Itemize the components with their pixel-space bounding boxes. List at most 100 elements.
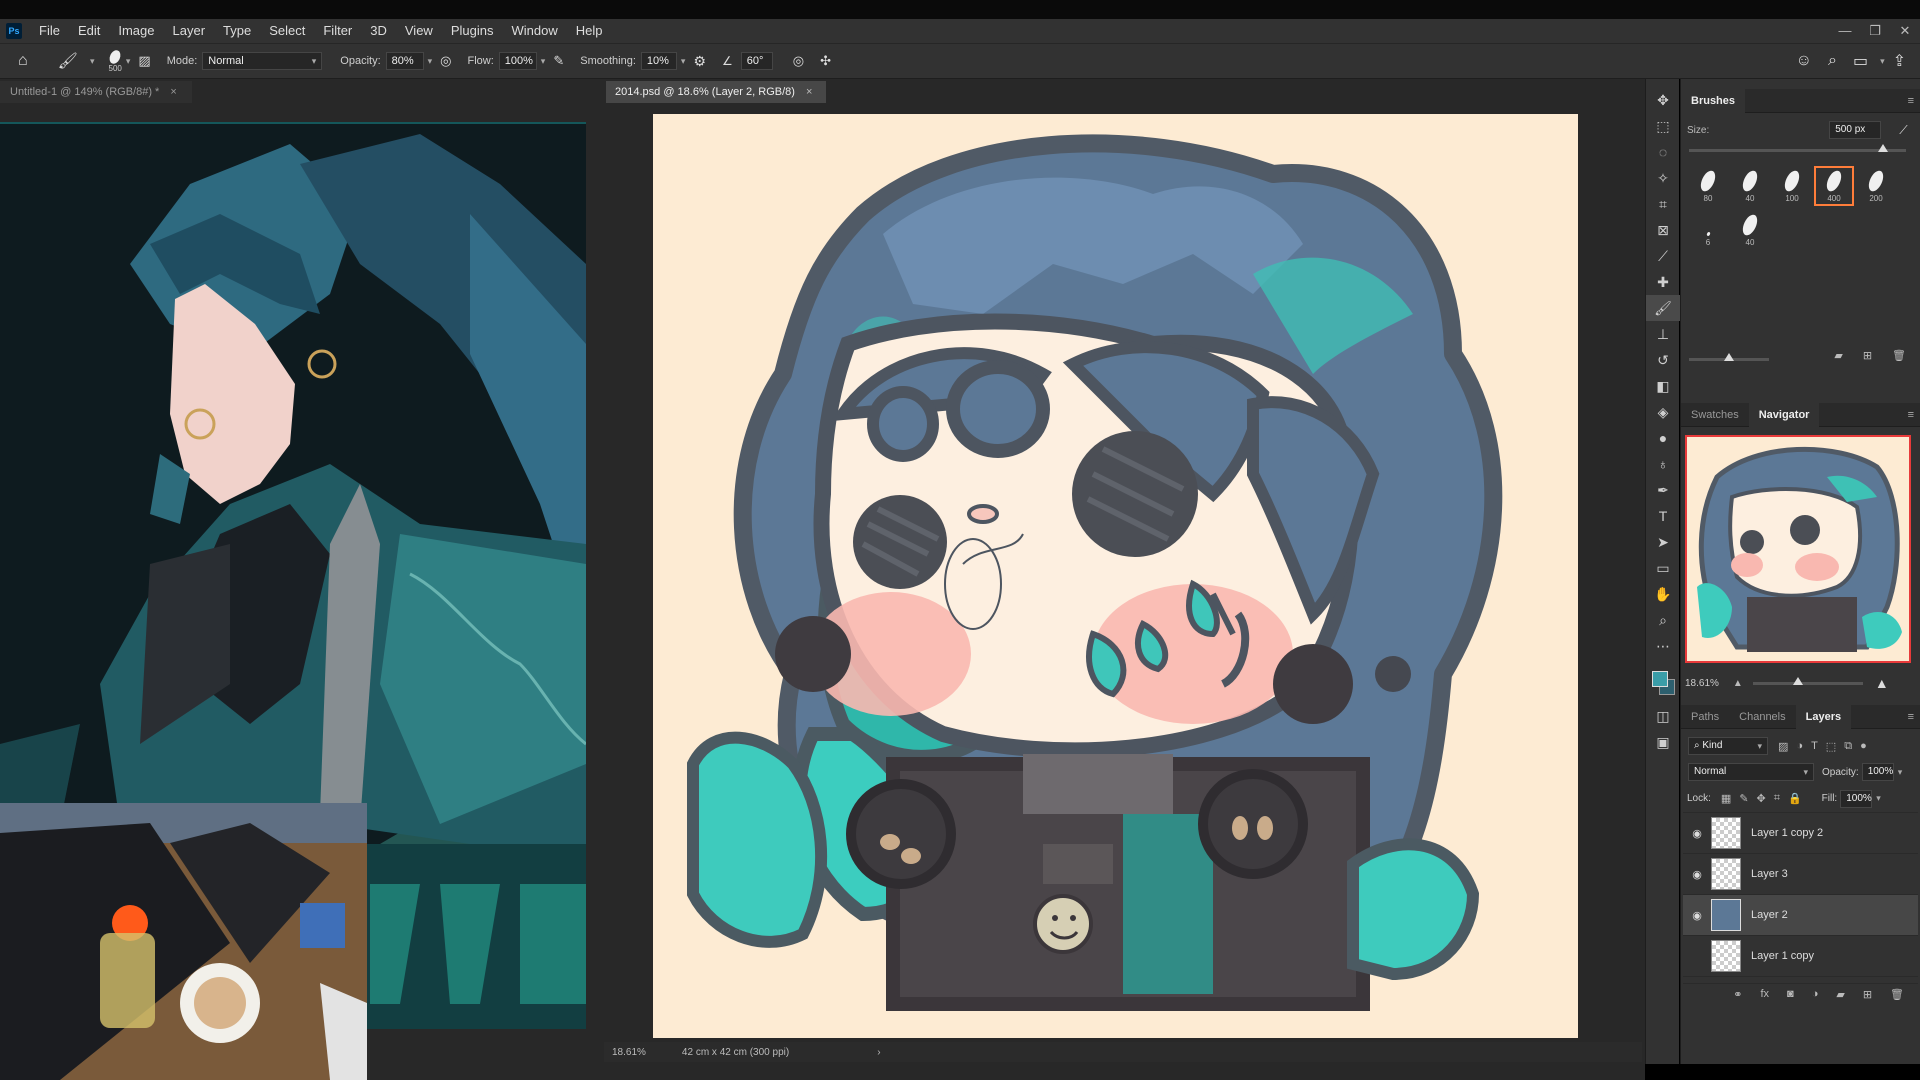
home-icon[interactable]: ⌂	[10, 52, 36, 70]
screen-mode-icon[interactable]: ▣	[1646, 729, 1680, 755]
visibility-eye-icon[interactable]: ◉	[1683, 868, 1711, 881]
brush-tool-icon[interactable]: 🖌	[50, 51, 86, 71]
zoom-in-icon[interactable]: ▲	[1875, 675, 1889, 691]
navigator-zoom-readout[interactable]: 18.61%	[1685, 678, 1719, 689]
menu-file[interactable]: File	[30, 19, 69, 43]
menu-layer[interactable]: Layer	[164, 19, 215, 43]
eyedropper-tool-icon[interactable]: ⟋	[1646, 243, 1680, 269]
smoothing-input[interactable]: 10%	[640, 52, 677, 70]
angle-input[interactable]: 60°	[740, 52, 773, 70]
brush-preset-item[interactable]: 80	[1688, 166, 1728, 206]
new-layer-icon[interactable]: ⊞	[1859, 988, 1876, 1001]
menu-edit[interactable]: Edit	[69, 19, 109, 43]
stamp-tool-icon[interactable]: ⊥	[1646, 321, 1680, 347]
menu-select[interactable]: Select	[260, 19, 314, 43]
layer-filter-select[interactable]: ⌕ Kind ▾	[1688, 737, 1768, 755]
menu-view[interactable]: View	[396, 19, 442, 43]
drawing-canvas[interactable]	[653, 114, 1578, 1038]
brush-tool-icon[interactable]: 🖌	[1646, 295, 1680, 321]
chevron-down-icon[interactable]: ▾	[90, 56, 95, 67]
move-tool-icon[interactable]: ✥	[1646, 87, 1680, 113]
blur-tool-icon[interactable]: ●	[1646, 425, 1680, 451]
menu-filter[interactable]: Filter	[314, 19, 361, 43]
type-tool-icon[interactable]: T	[1646, 503, 1680, 529]
tab-close-icon[interactable]: ×	[170, 86, 176, 98]
zoom-tool-icon[interactable]: ⌕	[1646, 607, 1680, 633]
quick-mask-icon[interactable]: ◫	[1646, 703, 1680, 729]
filter-smart-object-icon[interactable]: ⧉	[1840, 740, 1856, 753]
magic-wand-tool-icon[interactable]: ✧	[1646, 165, 1680, 191]
gear-icon[interactable]: ⚙	[685, 53, 714, 70]
menu-image[interactable]: Image	[109, 19, 163, 43]
panel-menu-icon[interactable]: ≡	[1908, 711, 1914, 723]
menu-3d[interactable]: 3D	[361, 19, 396, 43]
restore-button[interactable]: ❐	[1860, 19, 1890, 43]
chevron-down-icon[interactable]: ▾	[1876, 793, 1881, 804]
layer-row[interactable]: ◉ Layer 2	[1683, 895, 1918, 936]
layer-row[interactable]: ◉ Layer 1 copy 2	[1683, 813, 1918, 854]
dodge-tool-icon[interactable]: ♁	[1646, 451, 1680, 477]
menu-window[interactable]: Window	[502, 19, 566, 43]
tab-close-icon[interactable]: ×	[806, 86, 812, 98]
paint-bucket-tool-icon[interactable]: ◈	[1646, 399, 1680, 425]
layer-row[interactable]: ◉ Layer 3	[1683, 854, 1918, 895]
lock-transparent-icon[interactable]: ▦	[1717, 792, 1735, 805]
adjustment-layer-icon[interactable]: ◑	[1808, 988, 1823, 1001]
zoom-readout[interactable]: 18.61%	[612, 1047, 646, 1058]
symmetry-icon[interactable]: ✣	[812, 53, 839, 69]
share-icon[interactable]: ⇪	[1885, 51, 1914, 71]
lock-position-icon[interactable]: ✥	[1753, 792, 1770, 805]
lasso-tool-icon[interactable]: ◌	[1646, 139, 1680, 165]
opacity-input[interactable]: 80%	[385, 52, 424, 70]
brush-settings-panel-icon[interactable]: ▨	[130, 53, 158, 69]
tab-brushes[interactable]: Brushes	[1681, 88, 1746, 113]
close-button[interactable]: ✕	[1890, 19, 1920, 43]
brush-preset-item[interactable]: 400	[1814, 166, 1854, 206]
lock-artboard-icon[interactable]: ⌗	[1770, 792, 1784, 805]
add-mask-icon[interactable]: ◙	[1783, 988, 1798, 1001]
filter-type-icon[interactable]: T	[1807, 740, 1822, 752]
photoshop-logo-icon[interactable]: Ps	[6, 23, 22, 39]
canvas-scrollbar[interactable]	[1630, 103, 1642, 1041]
eraser-tool-icon[interactable]: ◧	[1646, 373, 1680, 399]
lock-image-icon[interactable]: ✎	[1735, 792, 1752, 805]
pen-tool-icon[interactable]: ✒	[1646, 477, 1680, 503]
menu-help[interactable]: Help	[567, 19, 612, 43]
visibility-eye-icon[interactable]: ◉	[1683, 827, 1711, 840]
workspace-icon[interactable]: ▭	[1845, 51, 1876, 71]
brush-preset-item[interactable]: 200	[1856, 166, 1896, 206]
trash-icon[interactable]: 🗑	[1886, 988, 1908, 1001]
brush-size-slider-thumb[interactable]	[1878, 144, 1888, 152]
brush-options-icon[interactable]: ⟋	[1899, 123, 1907, 138]
navigator-zoom-slider-thumb[interactable]	[1792, 676, 1803, 685]
user-icon[interactable]: ☺	[1788, 52, 1820, 70]
mode-select[interactable]: Normal ▾	[202, 52, 323, 70]
trash-icon[interactable]: 🗑	[1888, 349, 1910, 362]
panel-menu-icon[interactable]: ≡	[1908, 95, 1914, 107]
chevron-down-icon[interactable]: ▾	[1898, 767, 1903, 778]
search-icon[interactable]: ⌕	[1820, 52, 1845, 70]
tab-untitled-1[interactable]: Untitled-1 @ 149% (RGB/8#) * ×	[0, 81, 192, 103]
brush-preset-picker[interactable]: 500	[107, 48, 123, 73]
brush-preset-item[interactable]: 100	[1772, 166, 1812, 206]
marquee-tool-icon[interactable]: ⬚	[1646, 113, 1680, 139]
navigator-zoom-slider[interactable]	[1752, 676, 1863, 685]
frame-tool-icon[interactable]: ⊠	[1646, 217, 1680, 243]
history-brush-tool-icon[interactable]: ↺	[1646, 347, 1680, 373]
link-layers-icon[interactable]: ⚭	[1729, 988, 1746, 1001]
tab-layers[interactable]: Layers	[1795, 704, 1852, 729]
brush-size-slider[interactable]	[1689, 144, 1906, 152]
size-input[interactable]: 500 px	[1829, 121, 1882, 139]
airbrush-icon[interactable]: ✎	[545, 53, 572, 69]
tab-2014-psd[interactable]: 2014.psd @ 18.6% (Layer 2, RGB/8) ×	[606, 81, 826, 103]
brush-preset-item[interactable]: 40	[1730, 210, 1770, 250]
tab-paths[interactable]: Paths	[1681, 705, 1729, 729]
minimize-button[interactable]: —	[1830, 19, 1860, 43]
menu-plugins[interactable]: Plugins	[442, 19, 503, 43]
tab-channels[interactable]: Channels	[1729, 705, 1795, 729]
zoom-out-icon[interactable]: ▲	[1733, 678, 1743, 689]
layer-style-icon[interactable]: fx	[1756, 988, 1773, 1001]
layer-opacity-input[interactable]: 100%	[1861, 763, 1894, 781]
crop-tool-icon[interactable]: ⌗	[1646, 191, 1680, 217]
foreground-color-swatch[interactable]	[1652, 671, 1668, 687]
